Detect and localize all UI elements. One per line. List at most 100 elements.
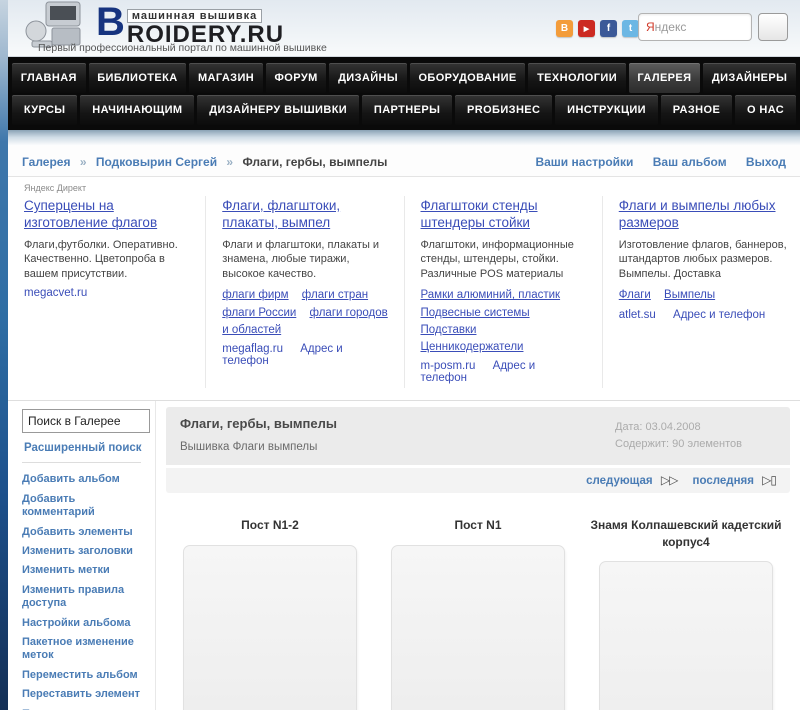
nav-item-glavnaya[interactable]: ГЛАВНАЯ [12, 63, 86, 93]
sidebar-item-edit-titles[interactable]: Изменить заголовки [22, 545, 149, 558]
user-settings-link[interactable]: Ваши настройки [535, 155, 633, 169]
ad-item: Флагштоки стенды штендеры стойки Флагшто… [405, 196, 603, 389]
ad-links: Флаги Вымпелы [619, 287, 790, 304]
ad-title-link[interactable]: Флаги и вымпелы любых размеров [619, 198, 790, 232]
sidebar-item-add-album[interactable]: Добавить альбом [22, 473, 149, 486]
sidebar-item-edit-permissions[interactable]: Изменить правила доступа [22, 584, 149, 611]
advanced-search-link[interactable]: Расширенный поиск [24, 442, 142, 454]
ad-links: Рамки алюминий, пластик Подвесные систем… [421, 287, 592, 356]
ad-sublink[interactable]: Ценникодержатели [421, 341, 524, 353]
card-title[interactable]: Знамя Колпашевский кадетский корпус4 [590, 517, 782, 549]
sidebar-item-batch-tags[interactable]: Пакетное изменение меток [22, 636, 149, 663]
user-album-link[interactable]: Ваш альбом [653, 155, 727, 169]
sidebar-item-album-settings[interactable]: Настройки альбома [22, 617, 149, 630]
ad-domain-link[interactable]: m-posm.ru [421, 360, 476, 372]
ad-contact-link[interactable]: Адрес и телефон [673, 309, 765, 321]
sidebar-item-reorder-item[interactable]: Переставить элемент [22, 688, 149, 701]
sidebar-item-add-items[interactable]: Добавить элементы [22, 526, 149, 539]
nav-item-o-nas[interactable]: О НАС [735, 95, 797, 125]
ad-item: Суперцены на изготовление флагов Флаги,ф… [8, 196, 207, 389]
gallery-search-input[interactable] [22, 409, 150, 434]
ad-title-link[interactable]: Флаги, флагштоки, плакаты, вымпел [222, 198, 393, 232]
nav-item-kursy[interactable]: КУРСЫ [12, 95, 78, 125]
ad-sublink[interactable]: флаги России [222, 307, 296, 319]
sidebar-item-add-comment[interactable]: Добавить комментарий [22, 493, 149, 520]
search-box: Яндекс [638, 13, 752, 41]
sidebar: Расширенный поиск Добавить альбом Добави… [8, 401, 156, 710]
album-subtitle: Вышивка Флаги вымпелы [180, 441, 318, 454]
gallery-grid: Пост N1-2 Дата: 10.06.2015 Новый « опера… [166, 517, 790, 710]
card-thumbnail[interactable] [391, 544, 565, 710]
card-thumbnail[interactable] [599, 560, 773, 710]
nav-item-oborudovanie[interactable]: ОБОРУДОВАНИЕ [409, 63, 526, 93]
facebook-icon[interactable]: f [600, 20, 617, 37]
nav-item-raznoe[interactable]: РАЗНОЕ [660, 95, 733, 125]
last-page-icon[interactable]: ▷▯ [762, 473, 777, 487]
ad-item: Флаги, флагштоки, плакаты, вымпел Флаги … [206, 196, 405, 389]
ad-title-link[interactable]: Суперцены на изготовление флагов [24, 198, 195, 232]
ad-sublink[interactable]: Вымпелы [664, 289, 715, 301]
nav-item-galereya-active[interactable]: ГАЛЕРЕЯ [628, 63, 701, 93]
ad-footer: m-posm.ru Адрес и телефон [421, 360, 592, 384]
album-date: Дата: 03.04.2008 [615, 421, 701, 434]
yandex-search-input[interactable] [639, 14, 751, 40]
ad-domain-link[interactable]: megaflag.ru [222, 343, 283, 355]
gallery-content: Флаги, гербы, вымпелы Вышивка Флаги вымп… [156, 401, 800, 710]
nav-item-forum[interactable]: ФОРУМ [265, 63, 327, 93]
breadcrumb-current: Флаги, гербы, вымпелы [242, 155, 388, 169]
nav-item-dizayny[interactable]: ДИЗАЙНЫ [329, 63, 407, 93]
card-title[interactable]: Пост N1-2 [174, 517, 366, 533]
nav-item-magazin[interactable]: МАГАЗИН [189, 63, 263, 93]
ad-links: флаги фирм флаги стран флаги России флаг… [222, 287, 393, 339]
page: B машинная вышивка ROIDERY.RU Первый про… [0, 0, 800, 710]
ad-sublink[interactable]: Подставки [421, 324, 477, 336]
ad-domain-link[interactable]: atlet.su [619, 309, 656, 321]
breadcrumb-gallery-link[interactable]: Галерея [22, 155, 70, 169]
sidebar-item-edit-tags[interactable]: Изменить метки [22, 564, 149, 577]
breadcrumb-separator: » [226, 155, 234, 169]
nav-item-dizayneru-vyshivki[interactable]: ДИЗАЙНЕРУ ВЫШИВКИ [197, 95, 360, 125]
card-title[interactable]: Пост N1 [382, 517, 574, 533]
nav-item-dizaynery[interactable]: ДИЗАЙНЕРЫ [703, 63, 797, 93]
nav-item-probiznes[interactable]: PROБИЗНЕС [455, 95, 553, 125]
pagination-next-link[interactable]: следующая [586, 475, 653, 487]
album-title: Флаги, гербы, вымпелы [180, 416, 337, 432]
nav-row-2: КУРСЫ НАЧИНАЮЩИМ ДИЗАЙНЕРУ ВЫШИВКИ ПАРТН… [12, 95, 797, 125]
ad-sublink[interactable]: Рамки алюминий, пластик [421, 289, 561, 301]
pagination: следующая ▷▷ последняя ▷▯ [166, 468, 790, 494]
site-search: Яндекс [638, 13, 788, 41]
left-accent-strip [0, 0, 8, 710]
nav-shadow [8, 130, 800, 146]
sidebar-item-move-album[interactable]: Переместить альбом [22, 669, 149, 682]
gallery-card: Пост N1-2 Дата: 10.06.2015 Новый « опера… [166, 517, 374, 710]
brand-initial: B [96, 0, 125, 44]
ads-label: Яндекс Директ [24, 183, 87, 193]
sidebar-divider [22, 462, 141, 464]
site-header: B машинная вышивка ROIDERY.RU Первый про… [8, 0, 800, 57]
album-count: Содержит: 90 элементов [615, 438, 742, 451]
nav-item-partnery[interactable]: ПАРТНЕРЫ [362, 95, 453, 125]
user-links: Ваши настройки Ваш альбом Выход [519, 155, 786, 169]
twitter-icon[interactable]: t [622, 20, 639, 37]
nav-item-nachinayushchim[interactable]: НАЧИНАЮЩИМ [80, 95, 195, 125]
ad-sublink[interactable]: флаги фирм [222, 289, 288, 301]
blogger-icon[interactable]: B [556, 20, 573, 37]
nav-item-biblioteka[interactable]: БИБЛИОТЕКА [88, 63, 187, 93]
advanced-search: Расширенный поиск [24, 442, 149, 454]
gallery-card: Пост N1 Дата: 10.06.2015 Новый « операци… [374, 517, 582, 710]
pagination-last-link[interactable]: последняя [693, 475, 754, 487]
ad-sublink[interactable]: флаги стран [302, 289, 368, 301]
nav-item-tekhnologii[interactable]: ТЕХНОЛОГИИ [528, 63, 626, 93]
card-thumbnail[interactable] [183, 544, 357, 710]
ad-title-link[interactable]: Флагштоки стенды штендеры стойки [421, 198, 592, 232]
nav-item-instruktsii[interactable]: ИНСТРУКЦИИ [555, 95, 658, 125]
ad-sublink[interactable]: Флаги [619, 289, 651, 301]
album-meta: Дата: 03.04.2008 Содержит: 90 элементов [615, 416, 776, 453]
ad-domain-link[interactable]: megacvet.ru [24, 287, 87, 299]
next-page-icon[interactable]: ▷▷ [661, 473, 678, 487]
logout-link[interactable]: Выход [746, 155, 786, 169]
ad-sublink[interactable]: Подвесные системы [421, 307, 530, 319]
search-button[interactable] [758, 13, 788, 41]
breadcrumb-author-link[interactable]: Подковырин Сергей [96, 155, 217, 169]
youtube-icon[interactable]: ▶ [578, 20, 595, 37]
